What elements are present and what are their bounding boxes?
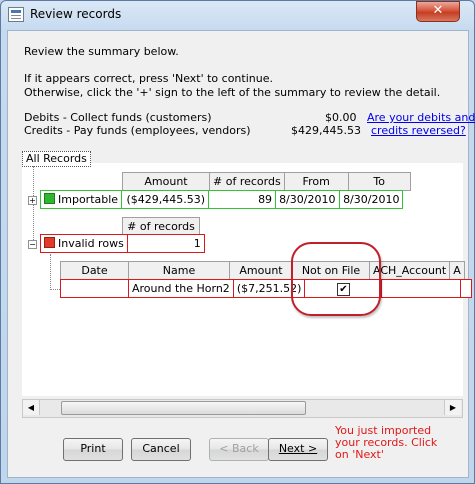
col-invalid-records: # of records <box>122 217 200 236</box>
detail-header: Date Name Amount Not on File ACH_Account… <box>60 261 465 280</box>
collapse-invalid-icon[interactable]: − <box>28 240 37 249</box>
highlight-circle <box>291 242 381 316</box>
back-button[interactable]: < Back <box>209 438 269 461</box>
col-date: Date <box>60 261 129 280</box>
cancel-button[interactable]: Cancel <box>131 438 191 461</box>
detail-name[interactable]: Around the Horn2 <box>128 279 234 298</box>
scroll-right-button[interactable]: ▶ <box>444 400 461 415</box>
importable-header: Amount # of records From To <box>122 172 411 191</box>
credits-label: Credits - Pay funds (employees, vendors) <box>24 124 251 137</box>
col-more: A <box>449 261 465 280</box>
red-status-icon <box>44 237 55 248</box>
hint-line-3: on 'Next' <box>335 448 384 461</box>
next-button[interactable]: Next > <box>268 438 328 461</box>
reversed-link-line-2[interactable]: credits reversed? <box>371 124 466 137</box>
col-records: # of records <box>209 172 285 191</box>
detail-row[interactable]: Around the Horn2 ($7,251.52) ✔ <box>60 279 473 298</box>
detail-tree-line-h <box>50 289 60 290</box>
col-amount: Amount <box>122 172 210 191</box>
print-button[interactable]: Print <box>63 438 123 461</box>
reversed-link-line-1[interactable]: Are your debits and <box>367 111 475 124</box>
detail-ach-account[interactable] <box>381 279 462 298</box>
all-records-node[interactable]: All Records <box>22 151 91 167</box>
importable-label-cell: Importable <box>39 190 123 209</box>
title-bar: Review records ✕ <box>0 0 475 30</box>
importable-to: 8/30/2010 <box>339 190 404 209</box>
intro-line-3: Otherwise, click the '+' sign to the lef… <box>24 86 441 99</box>
col-from: From <box>283 172 349 191</box>
app-icon <box>8 7 24 22</box>
debits-value: $0.00 <box>325 111 357 124</box>
col-ach-account: ACH_Account <box>368 261 451 280</box>
scroll-left-button[interactable]: ◀ <box>23 400 40 415</box>
tree-line <box>33 166 34 246</box>
detail-tree-line <box>50 254 51 290</box>
detail-date[interactable] <box>60 279 129 298</box>
col-to: To <box>347 172 411 191</box>
credits-value: $429,445.53 <box>291 124 361 137</box>
expand-importable-icon[interactable]: + <box>28 196 37 205</box>
importable-amount: ($429,445.53) <box>121 190 210 209</box>
close-button[interactable]: ✕ <box>416 1 460 22</box>
invalid-label: Invalid rows <box>58 237 124 250</box>
intro-line-2: If it appears correct, press 'Next' to c… <box>24 72 273 85</box>
importable-records: 89 <box>208 190 277 209</box>
invalid-label-cell: Invalid rows <box>40 234 128 253</box>
col-detail-amount: Amount <box>229 261 293 280</box>
importable-row[interactable]: Importable ($429,445.53) 89 8/30/2010 8/… <box>39 190 404 209</box>
importable-label: Importable <box>58 193 119 206</box>
detail-more <box>460 279 473 298</box>
green-status-icon <box>44 193 55 204</box>
invalid-row[interactable]: Invalid rows 1 <box>40 234 205 253</box>
importable-from: 8/30/2010 <box>275 190 341 209</box>
scroll-thumb[interactable] <box>61 401 306 415</box>
intro-line-1: Review the summary below. <box>24 45 179 58</box>
window-title: Review records <box>30 7 122 21</box>
debits-label: Debits - Collect funds (customers) <box>24 111 212 124</box>
col-name: Name <box>128 261 230 280</box>
invalid-records: 1 <box>126 234 205 253</box>
